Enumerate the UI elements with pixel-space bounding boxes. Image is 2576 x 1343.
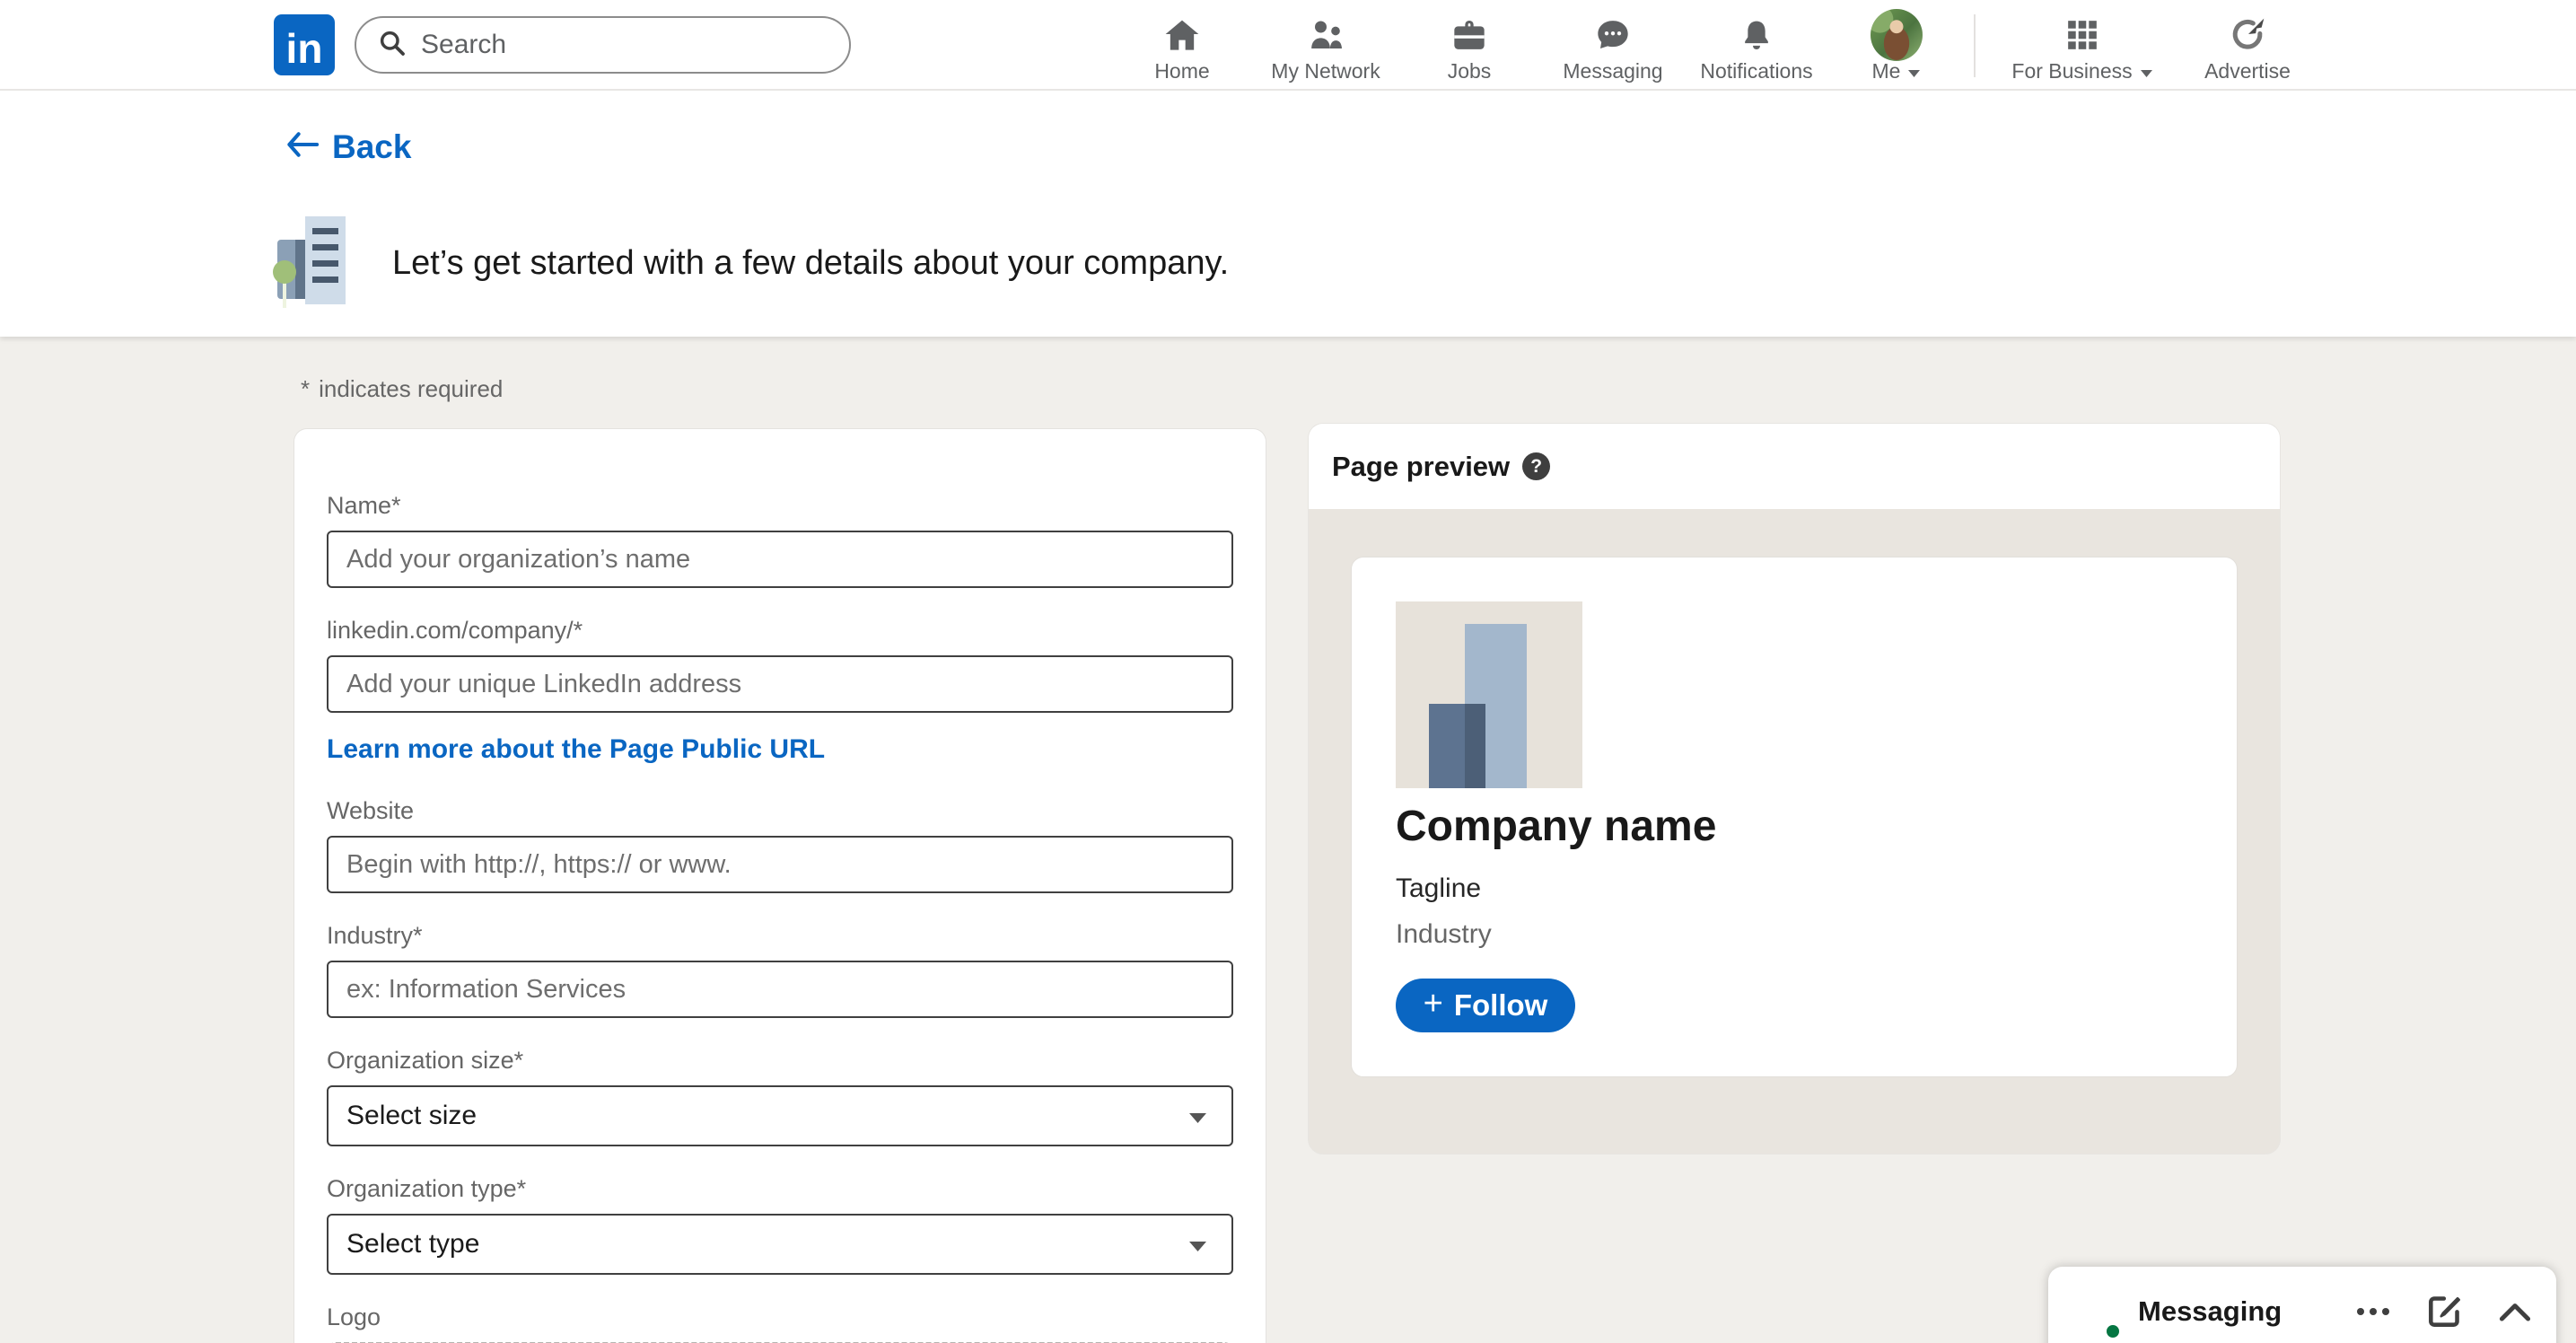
chevron-up-icon [2497,1300,2533,1323]
nav-item-me[interactable]: Me [1828,0,1965,91]
company-details-form: Name* linkedin.com/company/* Learn more … [294,429,1266,1343]
nav-label: Messaging [1563,59,1662,83]
ellipsis-icon [2355,1305,2391,1318]
compose-message-button[interactable] [2425,1293,2463,1330]
required-star: * [301,375,310,402]
logo-label: Logo [327,1304,1233,1331]
presence-indicator [2103,1321,2123,1341]
website-input[interactable] [327,836,1233,893]
name-input[interactable] [327,531,1233,588]
nav-item-notifications[interactable]: Notifications [1685,0,1828,91]
page-preview-card: Page preview ? Company name Tagline Indu… [1309,424,2280,1154]
caret-down-icon [1187,1101,1208,1131]
company-preview: Company name Tagline Industry + Follow [1351,557,2238,1077]
compose-icon [2425,1293,2463,1330]
global-search[interactable] [355,16,851,74]
help-icon[interactable]: ? [1522,452,1550,480]
nav-items: Home My Network Jobs Messaging Notificat… [1110,0,2315,91]
preview-company-name: Company name [1396,802,1716,851]
organization-size-select[interactable]: Select size [327,1085,1233,1146]
messaging-avatar[interactable] [2064,1284,2120,1339]
nav-label: For Business [2011,59,2132,83]
organization-type-label: Organization type* [327,1175,1233,1203]
organization-size-label: Organization size* [327,1047,1233,1075]
name-label: Name* [327,492,1233,520]
follow-label: Follow [1454,988,1547,1023]
grid-icon [2065,14,2099,56]
messaging-icon [1594,14,1632,56]
logo-placeholder-image [1396,601,1582,788]
chevron-down-icon [1907,59,1921,83]
nav-label: Jobs [1448,59,1492,83]
linkedin-url-label: linkedin.com/company/* [327,617,1233,645]
nav-item-my-network[interactable]: My Network [1254,0,1398,91]
building-icon [272,215,362,312]
nav-item-for-business[interactable]: For Business [1985,0,2180,91]
industry-input[interactable] [327,961,1233,1018]
placeholder-bar-overlap [1465,704,1485,788]
messaging-dock[interactable]: Messaging [2048,1267,2556,1343]
notifications-icon [1739,14,1774,56]
messaging-title: Messaging [2138,1295,2337,1328]
caret-down-icon [1187,1229,1208,1260]
organization-type-select[interactable]: Select type [327,1214,1233,1275]
page-header: Back Let’s get started with a few detail… [0,91,2576,337]
industry-label: Industry* [327,922,1233,950]
required-note: *indicates required [301,375,503,403]
preview-industry: Industry [1396,919,1492,950]
nav-label: Home [1154,59,1209,83]
organization-size-value: Select size [346,1101,477,1131]
preview-tagline: Tagline [1396,873,1481,904]
back-button[interactable]: Back [285,128,411,166]
advertise-icon [2230,14,2265,56]
nav-item-advertise[interactable]: Advertise [2180,0,2315,91]
nav-label: Me [1872,59,1901,83]
back-arrow-icon [285,128,320,166]
nav-item-jobs[interactable]: Jobs [1398,0,1541,91]
public-url-help-link[interactable]: Learn more about the Page Public URL [327,734,825,765]
top-navigation: in Home My Network Jobs [0,0,2576,91]
linkedin-url-input[interactable] [327,655,1233,713]
my-network-icon [1307,14,1345,56]
me-avatar [1871,9,1923,61]
page-title: Let’s get started with a few details abo… [392,244,1229,283]
organization-type-value: Select type [346,1229,479,1260]
nav-label: Notifications [1700,59,1812,83]
jobs-icon [1451,14,1487,56]
expand-messaging-button[interactable] [2497,1300,2533,1323]
nav-item-messaging[interactable]: Messaging [1541,0,1685,91]
home-icon [1164,14,1200,56]
nav-label: Advertise [2204,59,2291,83]
linkedin-logo[interactable]: in [274,14,335,75]
messaging-options-button[interactable] [2355,1305,2391,1318]
chevron-down-icon [2140,59,2153,83]
website-label: Website [327,797,1233,825]
nav-divider [1974,14,1976,77]
follow-button[interactable]: + Follow [1396,979,1575,1032]
back-label: Back [332,128,411,166]
search-input[interactable] [421,30,835,60]
nav-label: My Network [1271,59,1380,83]
page-preview-title: Page preview [1332,451,1510,483]
nav-item-home[interactable]: Home [1110,0,1254,91]
linkedin-logo-text: in [286,28,323,75]
search-icon [378,29,421,62]
